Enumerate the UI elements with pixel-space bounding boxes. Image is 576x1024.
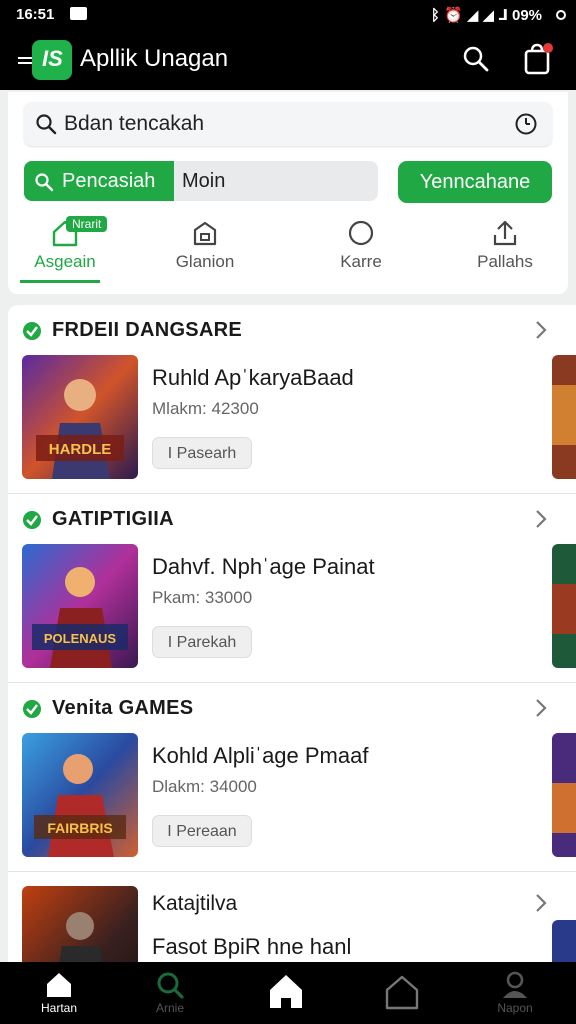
check-badge-icon	[23, 700, 41, 718]
tab-karre[interactable]: Karre	[306, 214, 416, 290]
game-action-button[interactable]: I Pereaan	[152, 815, 252, 847]
circle-icon	[348, 220, 374, 246]
top-panel: Bdan tencakah Pencasiah Moin Yenncahane …	[8, 92, 568, 294]
game-title: Dahvf. Nphˈage Painat	[152, 554, 375, 579]
game-thumbnail[interactable]: HARDLE	[22, 355, 138, 479]
tab-underline	[20, 280, 100, 283]
app-title: Apllik Unagan	[80, 45, 229, 72]
app-logo: IS	[32, 40, 72, 80]
segment-active[interactable]: Pencasiah	[24, 161, 174, 201]
check-badge-icon	[23, 322, 41, 340]
game-title: Ruhld ApˈkaryaBaad	[152, 365, 354, 390]
tab-pallahs[interactable]: Pallahs	[450, 214, 560, 290]
search-icon[interactable]	[462, 45, 490, 73]
chevron-right-icon[interactable]	[534, 892, 548, 914]
check-badge-icon	[23, 511, 41, 529]
svg-text:HARDLE: HARDLE	[49, 441, 112, 458]
status-time: 16:51	[16, 6, 55, 23]
category-tabs: Nrarit Asgeain Glanion Karre Pallahs	[8, 214, 568, 290]
mail-icon	[70, 7, 87, 20]
svg-text:FAIRBRIS: FAIRBRIS	[47, 820, 112, 836]
game-thumbnail[interactable]: FAIRBRIS	[22, 733, 138, 857]
game-thumbnail-peek[interactable]	[552, 355, 576, 479]
nav-home-outline[interactable]	[347, 962, 457, 1024]
tab-glanion[interactable]: Glanion	[150, 214, 260, 290]
logo-text: IS	[42, 46, 63, 71]
list-section: FRDEII DANGSARE HARDLE Ruhld ApˈkaryaBaa…	[8, 305, 576, 493]
list-section: Venita GAMES FAIRBRIS Kohld Alpliˈage Pm…	[8, 683, 576, 871]
menu-icon[interactable]	[18, 54, 32, 67]
game-thumbnail-peek[interactable]	[552, 920, 576, 965]
battery-icon	[556, 10, 566, 20]
svg-text:POLENAUS: POLENAUS	[44, 631, 117, 646]
segment-active-label: Pencasiah	[62, 170, 156, 192]
nav-hartan[interactable]: Hartan	[4, 962, 114, 1024]
chevron-right-icon[interactable]	[534, 697, 548, 719]
home-outline-icon	[385, 975, 419, 1010]
status-icons: ᛒ ⏰ ◢ ◢ ⅃ 09%	[430, 7, 542, 24]
tab-asgeain[interactable]: Nrarit Asgeain	[10, 214, 120, 290]
section-title[interactable]: Katajtilva	[152, 892, 237, 916]
game-art-image	[22, 886, 138, 965]
status-bar: 16:51 ᛒ ⏰ ◢ ◢ ⅃ 09%	[0, 0, 576, 30]
game-art-image: POLENAUS	[22, 544, 138, 668]
tab-badge: Nrarit	[66, 216, 108, 232]
game-thumbnail[interactable]: POLENAUS	[22, 544, 138, 668]
segment-control: Pencasiah Moin	[24, 161, 378, 201]
segment-inactive[interactable]: Moin	[182, 170, 225, 193]
game-thumbnail-peek[interactable]	[552, 733, 576, 857]
game-action-button[interactable]: I Parekah	[152, 626, 252, 658]
home-icon	[270, 975, 302, 1008]
game-list: FRDEII DANGSARE HARDLE Ruhld ApˈkaryaBaa…	[8, 305, 576, 965]
tab-label: Asgeain	[34, 252, 96, 271]
list-section: Katajtilva Fasot BpiR hne hanl	[8, 872, 576, 965]
section-title: Venita GAMES	[52, 697, 194, 719]
game-meta: Pkam: 33000	[152, 588, 253, 607]
search-bar[interactable]: Bdan tencakah	[24, 102, 552, 146]
search-icon	[36, 114, 57, 135]
tab-label: Glanion	[175, 252, 235, 271]
game-thumbnail[interactable]	[22, 886, 138, 965]
bottom-navigation: Hartan Arnie Napon	[0, 962, 576, 1024]
chevron-right-icon[interactable]	[534, 319, 548, 341]
home-icon	[47, 973, 71, 997]
game-art-image: FAIRBRIS	[22, 733, 138, 857]
search-icon	[35, 173, 54, 192]
nav-napon[interactable]: Napon	[460, 962, 570, 1024]
game-meta: Dlakm: 34000	[152, 777, 257, 796]
game-meta: Mlakm: 42300	[152, 399, 259, 418]
game-title: Kohld Alpliˈage Pmaaf	[152, 743, 369, 768]
search-input[interactable]: Bdan tencakah	[64, 112, 204, 136]
game-action-button[interactable]: I Pasearh	[152, 437, 252, 469]
shopping-bag-icon[interactable]	[522, 42, 554, 76]
nav-home[interactable]	[231, 962, 341, 1024]
clock-icon[interactable]	[514, 112, 538, 136]
profile-icon	[503, 971, 527, 998]
list-section: GATIPTIGIIA POLENAUS Dahvf. Nphˈage Pain…	[8, 494, 576, 682]
game-thumbnail-peek[interactable]	[552, 544, 576, 668]
chevron-right-icon[interactable]	[534, 508, 548, 530]
section-title: GATIPTIGIIA	[52, 508, 174, 530]
share-icon	[493, 220, 517, 246]
search-icon	[157, 972, 184, 999]
section-title: FRDEII DANGSARE	[52, 319, 243, 341]
app-bar: IS Apllik Unagan	[0, 30, 576, 90]
house-outline-icon	[193, 221, 217, 246]
tab-label: Pallahs	[477, 252, 533, 271]
nav-label: Arnie	[155, 1001, 184, 1015]
game-art-image: HARDLE	[22, 355, 138, 479]
tab-label: Karre	[340, 252, 382, 271]
primary-button[interactable]: Yenncahane	[398, 161, 552, 203]
nav-label: Napon	[497, 1001, 533, 1015]
nav-arnie[interactable]: Arnie	[115, 962, 225, 1024]
game-title: Fasot BpiR hne hanl	[152, 934, 352, 959]
nav-label: Hartan	[40, 1001, 78, 1015]
